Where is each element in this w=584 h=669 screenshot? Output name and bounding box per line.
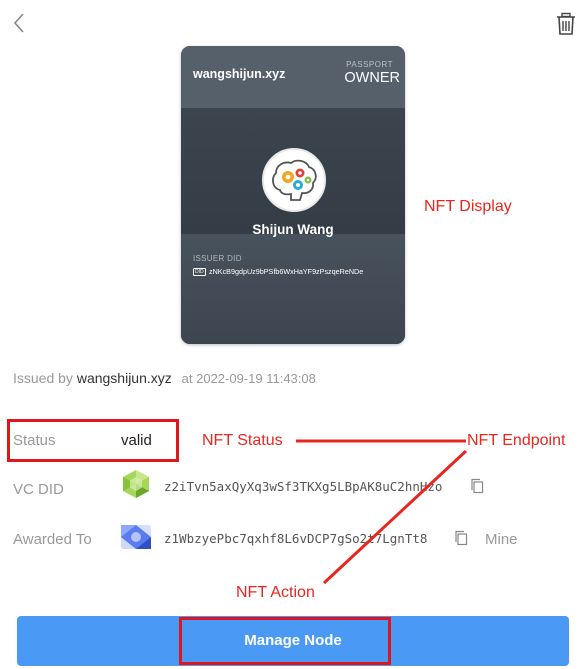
annotation-nft-endpoint: NFT Endpoint bbox=[467, 432, 566, 449]
trash-icon bbox=[557, 12, 575, 35]
awarded-did-avatar bbox=[121, 525, 151, 549]
copy-icon bbox=[455, 530, 468, 546]
card-domain: wangshijun.xyz bbox=[193, 67, 286, 81]
issued-timestamp: at 2022-09-19 11:43:08 bbox=[181, 371, 316, 386]
vc-did-label: VC DID bbox=[13, 481, 64, 498]
annotation-nft-display: NFT Display bbox=[424, 198, 512, 215]
annotation-nft-status: NFT Status bbox=[202, 432, 283, 449]
did-badge: DID bbox=[193, 268, 206, 276]
nft-passport-card[interactable]: wangshijun.xyz PASSPORT OWNER Shijun Wan… bbox=[181, 46, 405, 344]
issuer-name: wangshijun.xyz bbox=[76, 370, 172, 386]
awarded-to-value: z1WbzyePbc7qxhf8L6vDCP7gSo2t7LgnTt8 bbox=[164, 531, 428, 546]
card-holder-name: Shijun Wang bbox=[252, 222, 334, 237]
delete-button[interactable] bbox=[555, 12, 577, 36]
copy-icon bbox=[471, 478, 484, 494]
card-role: OWNER bbox=[344, 70, 400, 86]
vc-identicon-icon bbox=[123, 470, 149, 498]
brain-gears-icon bbox=[272, 159, 317, 201]
issued-by-prefix: Issued by bbox=[13, 370, 73, 386]
issued-by-line: Issued by wangshijun.xyz at 2022-09-19 1… bbox=[13, 370, 316, 386]
card-footer-band bbox=[181, 234, 405, 344]
brain-gears-avatar bbox=[262, 148, 326, 212]
vc-did-value: z2iTvn5axQyXq3wSf3TKXg5LBpAK8uC2hnHzo bbox=[164, 479, 443, 494]
mine-label: Mine bbox=[485, 531, 518, 548]
copy-awarded-did-button[interactable] bbox=[454, 530, 468, 546]
action-highlight-box bbox=[179, 617, 391, 665]
awarded-to-label: Awarded To bbox=[13, 531, 92, 548]
back-button[interactable] bbox=[10, 10, 32, 36]
nft-detail-page: wangshijun.xyz PASSPORT OWNER Shijun Wan… bbox=[0, 0, 584, 669]
endpoint-action-line bbox=[322, 449, 468, 585]
chevron-left-icon bbox=[13, 13, 24, 33]
vc-did-avatar bbox=[121, 469, 151, 499]
status-highlight-box bbox=[7, 419, 179, 462]
owner-identicon-icon bbox=[121, 525, 151, 549]
card-issuer-did: zNKcB9gdpUz9bPSfb6WxHaYF9zPszqeReNDe bbox=[209, 267, 364, 276]
card-passport-label: PASSPORT bbox=[346, 60, 393, 69]
annotation-nft-action: NFT Action bbox=[236, 584, 315, 601]
copy-vc-did-button[interactable] bbox=[470, 478, 484, 494]
card-issuer-label: ISSUER DID bbox=[193, 254, 242, 263]
